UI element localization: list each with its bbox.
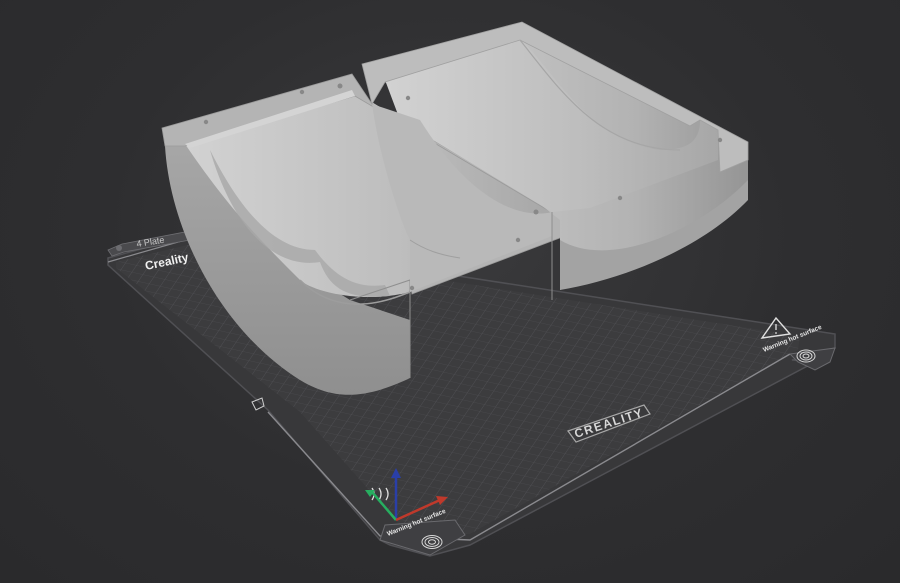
- model-half-shell-right[interactable]: [361, 21, 749, 300]
- plate-settings-icon[interactable]: [116, 245, 122, 251]
- 3d-viewport[interactable]: 4 Plate Creality CREALITY Warning hot su…: [0, 0, 900, 583]
- scene-canvas[interactable]: 4 Plate Creality CREALITY Warning hot su…: [0, 0, 900, 583]
